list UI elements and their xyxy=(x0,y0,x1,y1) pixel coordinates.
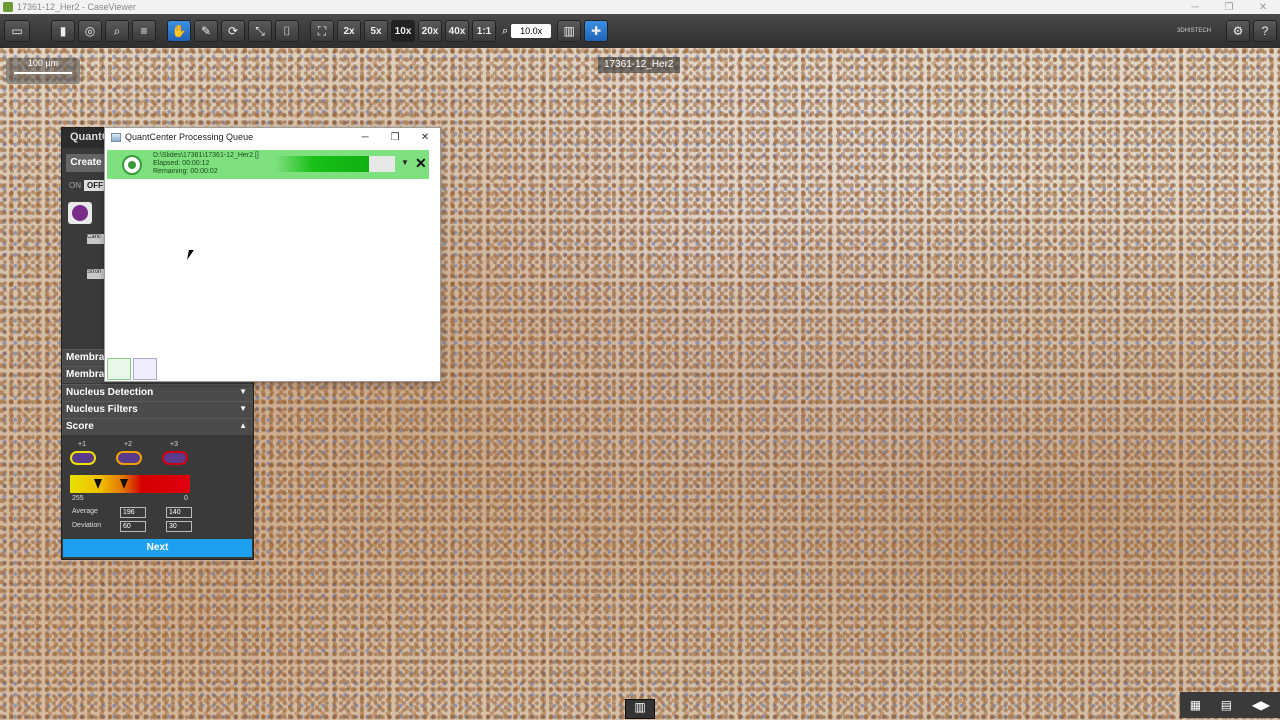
job-status-icon xyxy=(122,155,142,175)
cancel-job-icon[interactable]: ✕ xyxy=(415,155,427,172)
queue-title: QuantCenter Processing Queue xyxy=(125,132,254,142)
queue-footer xyxy=(105,356,165,382)
average-a-field[interactable]: 196 xyxy=(120,507,146,518)
queue-window-icon xyxy=(111,132,121,142)
job-progress-bar xyxy=(275,156,395,172)
nav-arrows-icon[interactable]: ◀▶ xyxy=(1252,698,1270,712)
algorithm-icon[interactable] xyxy=(68,202,92,224)
title-bar: 17361-12_Her2 - CaseViewer ─ ❐ ✕ xyxy=(0,0,1280,14)
zoom-1to1-button[interactable]: 1:1 xyxy=(472,20,496,42)
start-queue-icon[interactable] xyxy=(107,358,131,380)
average-b-field[interactable]: 140 xyxy=(166,507,192,518)
window-title: 17361-12_Her2 - CaseViewer xyxy=(17,2,136,12)
deviation-b-field[interactable]: 30 xyxy=(166,521,192,532)
toolbar: ▭ ▮ ◎ ⌕ ≡ ✋ ✎ ⟳ ⤡ ⌷ ⛶ 2x 5x 10x 20x 40x … xyxy=(0,14,1280,48)
threshold-handle-1[interactable] xyxy=(94,479,102,489)
scale-bar: 100 µm xyxy=(6,58,80,84)
measure-icon[interactable]: ⤡ xyxy=(248,20,272,42)
brand-logo: 3DHISTECH xyxy=(1176,28,1211,34)
section-nucleus-filters[interactable]: Nucleus Filters ▼ xyxy=(62,401,253,418)
mouse-cursor-icon xyxy=(187,250,199,260)
processing-queue-window: QuantCenter Processing Queue ─ ❐ ✕ D:\Sl… xyxy=(104,127,441,382)
minimize-button[interactable]: ─ xyxy=(1178,2,1212,13)
score-classes: +1 +2 +3 xyxy=(62,441,253,471)
app-icon xyxy=(3,2,13,12)
settings-gear-icon[interactable]: ⚙ xyxy=(1226,20,1250,42)
annotate-pen-icon[interactable]: ✎ xyxy=(194,20,218,42)
zoom-2x-button[interactable]: 2x xyxy=(337,20,361,42)
maximize-button[interactable]: ❐ xyxy=(1212,2,1246,13)
grid-view-icon[interactable]: ▦ xyxy=(1190,698,1201,712)
slide-name-label: 17361-12_Her2 xyxy=(598,57,680,73)
threshold-gradient[interactable] xyxy=(70,475,190,493)
queue-close-button[interactable]: ✕ xyxy=(410,132,440,143)
zoom-5x-button[interactable]: 5x xyxy=(364,20,388,42)
queue-title-bar: QuantCenter Processing Queue ─ ❐ ✕ xyxy=(105,128,440,146)
chevron-down-icon: ▼ xyxy=(239,404,247,413)
create-button[interactable]: Create xyxy=(66,154,106,172)
panel-toggle-icon[interactable]: ▥ xyxy=(625,699,655,719)
quantcenter-icon[interactable]: ✚ xyxy=(584,20,609,42)
zoom-10x-button[interactable]: 10x xyxy=(391,20,415,42)
job-elapsed: Elapsed: 00:00:12 xyxy=(153,160,210,167)
zoom-input[interactable]: 10.0x xyxy=(511,24,552,38)
close-button[interactable]: ✕ xyxy=(1246,2,1280,13)
magnifier-icon[interactable]: ⌕ xyxy=(105,20,129,42)
next-button[interactable]: Next xyxy=(63,539,252,557)
queue-minimize-button[interactable]: ─ xyxy=(350,132,380,143)
pointer-tool-icon[interactable]: ▮ xyxy=(51,20,75,42)
threshold-handle-2[interactable] xyxy=(120,479,128,489)
class-label-2: Stron xyxy=(87,269,105,279)
deviation-a-field[interactable]: 60 xyxy=(120,521,146,532)
list-view-icon[interactable]: ▤ xyxy=(1221,698,1232,712)
on-off-toggle[interactable]: ON OFF xyxy=(66,180,106,191)
rotate-icon[interactable]: ⟳ xyxy=(221,20,245,42)
job-path: D:\Slides\17361\17361-12_Her2.[] xyxy=(153,152,259,159)
score-3-icon[interactable] xyxy=(162,451,188,465)
bottom-navigation: ▦ ▤ ◀▶ xyxy=(1180,692,1280,718)
class-label-1: Canc xyxy=(87,234,105,244)
scale-label: 100 µm xyxy=(27,58,59,68)
camera-icon[interactable]: ⌷ xyxy=(275,20,299,42)
chevron-up-icon: ▲ xyxy=(239,421,247,430)
section-nucleus-detection[interactable]: Nucleus Detection ▼ xyxy=(62,384,253,401)
section-score[interactable]: Score ▲ xyxy=(62,418,253,435)
zoom-search-icon: ⌕ xyxy=(502,24,509,37)
dropdown-caret-icon[interactable]: ▼ xyxy=(401,158,409,167)
chevron-down-icon: ▼ xyxy=(239,387,247,396)
pan-hand-icon[interactable]: ✋ xyxy=(167,20,191,42)
compass-icon[interactable]: ◎ xyxy=(78,20,102,42)
zoom-40x-button[interactable]: 40x xyxy=(445,20,469,42)
range-min: 255 xyxy=(72,495,84,502)
zoom-20x-button[interactable]: 20x xyxy=(418,20,442,42)
barcode-icon[interactable]: ≡ xyxy=(132,20,156,42)
chart-icon[interactable]: ▥ xyxy=(557,20,582,42)
queue-job-row[interactable]: D:\Slides\17361\17361-12_Her2.[] Elapsed… xyxy=(107,150,429,179)
deviation-label: Deviation xyxy=(72,522,102,529)
job-remaining: Remaining: 00:00:02 xyxy=(153,168,218,175)
help-icon[interactable]: ? xyxy=(1253,20,1277,42)
score-1-icon[interactable] xyxy=(70,451,96,465)
desktop-icon[interactable]: ▭ xyxy=(4,20,30,42)
job-progress-fill xyxy=(275,156,369,172)
average-label: Average xyxy=(72,508,98,515)
fit-screen-icon[interactable]: ⛶ xyxy=(310,20,334,42)
range-max: 0 xyxy=(184,495,188,502)
score-2-icon[interactable] xyxy=(116,451,142,465)
trash-icon[interactable] xyxy=(133,358,157,380)
queue-maximize-button[interactable]: ❐ xyxy=(380,132,410,143)
